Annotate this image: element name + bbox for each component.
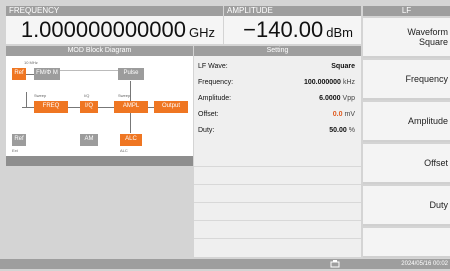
setting-label: Amplitude:	[198, 95, 232, 102]
divider	[194, 166, 361, 167]
frequency-readout[interactable]: 1.000000000000 GHz	[6, 16, 223, 44]
divider	[194, 220, 361, 221]
divider	[194, 238, 361, 239]
setting-row-duty: Duty: 50.00%	[194, 124, 361, 138]
frequency-unit: GHz	[189, 25, 215, 40]
ampl-block[interactable]: AMPL	[114, 101, 148, 113]
fm-pm-block[interactable]: FM/Φ M	[34, 68, 60, 80]
setting-row-lf-wave: LF Wave: Square	[194, 60, 361, 74]
freq-block[interactable]: FREQ	[34, 101, 68, 113]
divider	[194, 202, 361, 203]
settings-panel: LF Wave: Square Frequency: 100.000000 kHz…	[194, 56, 361, 257]
setting-value: 6.0000 Vpp	[319, 95, 355, 102]
connector	[26, 92, 27, 107]
softkey-menu-title: LF	[363, 6, 450, 16]
settings-panel-title: Setting	[194, 46, 361, 56]
mod-panel-empty-area	[6, 166, 193, 257]
datetime: 2024/05/16 00:02	[401, 261, 448, 267]
setting-value: 50.00%	[329, 127, 355, 134]
amplitude-label: AMPLITUDE	[224, 6, 361, 16]
frequency-softkey[interactable]: Frequency	[363, 60, 450, 100]
connector	[60, 70, 120, 71]
mod-panel-title: MOD Block Diagram	[6, 46, 193, 56]
setting-label: Offset:	[198, 111, 219, 118]
diagram-tiny-label: I/Q	[84, 93, 90, 98]
duty-softkey[interactable]: Duty	[363, 186, 450, 226]
setting-value: 100.000000 kHz	[303, 79, 355, 86]
amplitude-softkey[interactable]: Amplitude	[363, 102, 450, 142]
setting-row-amplitude: Amplitude: 6.0000 Vpp	[194, 92, 361, 106]
diagram-tiny-label: 10 MHz	[24, 60, 38, 65]
setting-label: Frequency:	[198, 79, 234, 86]
connector	[130, 81, 131, 101]
connector	[67, 107, 81, 108]
waveform-softkey[interactable]: Waveform Square	[363, 18, 450, 58]
usb-icon	[330, 260, 340, 268]
amplitude-readout[interactable]: −140.00 dBm	[224, 16, 361, 44]
alc-block[interactable]: ALC	[120, 134, 142, 146]
setting-value: Square	[331, 63, 355, 70]
ref-ext-block[interactable]: Ref	[12, 134, 26, 146]
am-block[interactable]: AM	[80, 134, 98, 146]
softkey-label: Waveform	[407, 27, 448, 37]
diagram-tiny-label: Sweep	[34, 93, 47, 98]
amplitude-value: −140.00	[243, 17, 324, 42]
diagram-tiny-label: Sweep	[118, 93, 131, 98]
softkey-label: Duty	[429, 200, 448, 210]
frequency-value: 1.000000000000	[20, 17, 186, 42]
pulse-block[interactable]: Pulse	[118, 68, 144, 80]
divider	[194, 184, 361, 185]
softkey-sublabel: Square	[418, 37, 448, 47]
setting-row-offset: Offset: 0.0 mV	[194, 108, 361, 122]
setting-label: LF Wave:	[198, 63, 228, 70]
offset-softkey[interactable]: Offset	[363, 144, 450, 184]
connector	[130, 113, 131, 133]
diagram-tiny-label: ALC	[120, 148, 128, 153]
setting-label: Duty:	[198, 127, 215, 134]
softkey-label: Offset	[424, 158, 448, 168]
connector	[97, 107, 115, 108]
softkey-label: Amplitude	[407, 116, 448, 126]
output-block[interactable]: Output	[154, 101, 188, 113]
setting-value: 0.0 mV	[332, 111, 355, 118]
mod-panel-footer	[6, 156, 193, 166]
softkey-label: Frequency	[405, 74, 448, 84]
iq-block[interactable]: I/Q	[80, 101, 98, 113]
setting-row-frequency: Frequency: 100.000000 kHz	[194, 76, 361, 90]
amplitude-unit: dBm	[326, 25, 353, 40]
ref-block[interactable]: Ref	[12, 68, 26, 80]
diagram-tiny-label: Ext	[12, 148, 18, 153]
blank-softkey[interactable]	[363, 228, 450, 258]
mod-block-diagram: Ref FM/Φ M Pulse FREQ I/Q AMPL Output Re…	[6, 56, 193, 156]
frequency-label: FREQUENCY	[6, 6, 223, 16]
